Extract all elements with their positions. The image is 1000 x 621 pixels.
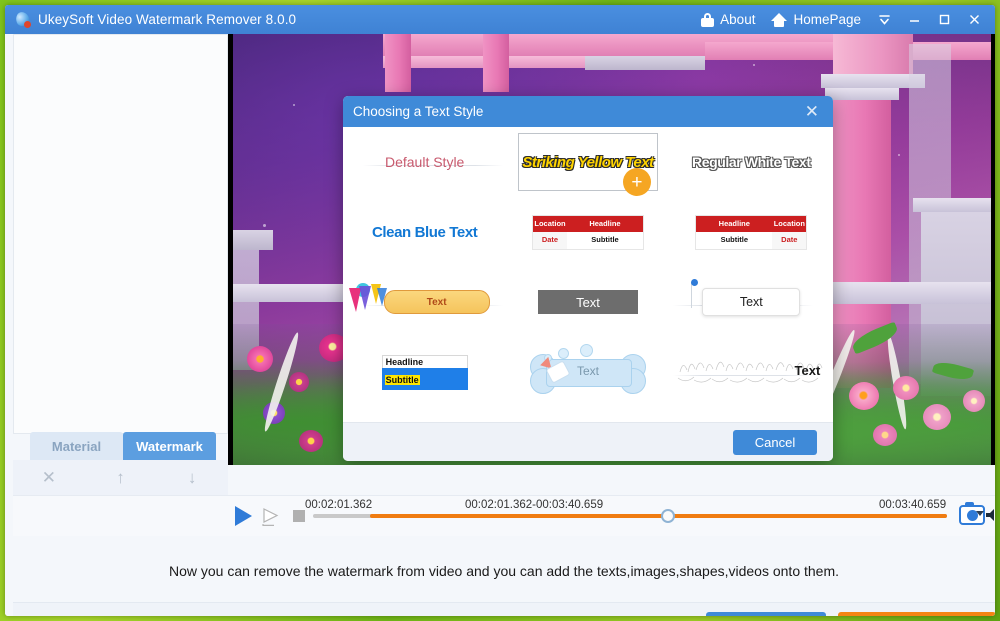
style-option-bubble-bone-text[interactable]: Text	[506, 337, 669, 407]
news-lower-third-preview: Headline Location Subtitle Date	[695, 215, 807, 250]
play-icon[interactable]	[235, 506, 252, 526]
current-time-label: 00:02:01.362	[305, 499, 372, 511]
volume-icon[interactable]	[985, 507, 995, 523]
style-label: Clean Blue Text	[372, 224, 477, 241]
selected-style-box: Striking Yellow Text +	[518, 133, 658, 191]
headline-subtitle-preview: Headline Subtitle	[382, 355, 468, 390]
news-date: Date	[533, 232, 567, 249]
style-label: Text	[795, 363, 821, 378]
news-location: Location	[772, 216, 806, 232]
minimize-icon[interactable]	[899, 5, 929, 34]
player-bar: 00:02:01.362 00:02:01.362-00:03:40.659 0…	[13, 495, 995, 536]
about-label: About	[720, 12, 755, 27]
text-style-dialog: Choosing a Text Style ✕ Default Style	[343, 96, 833, 461]
style-row: Headline Subtitle	[343, 337, 833, 407]
tab-watermark[interactable]: Watermark	[123, 432, 216, 460]
bubble-bone-preview: Text	[528, 350, 648, 394]
news-date: Date	[772, 232, 806, 249]
water-drop-icon	[15, 12, 31, 28]
play-section-icon[interactable]	[261, 507, 281, 526]
home-icon	[771, 13, 787, 27]
style-option-news-lower-third-left[interactable]: Location Headline Date Subtitle	[506, 197, 669, 267]
decorative-v-logo-icon	[347, 282, 389, 316]
blue-dot-icon	[691, 279, 698, 286]
style-row: Clean Blue Text Location Headline Date	[343, 197, 833, 267]
close-icon[interactable]: ✕	[801, 101, 823, 122]
list-toolbar: ✕ ↑ ↓	[13, 460, 228, 495]
style-label: Default Style	[385, 154, 464, 170]
style-grid: Default Style Striking Yellow Text + Reg…	[343, 127, 833, 422]
cancel-button[interactable]: Cancel	[733, 430, 817, 455]
style-option-regular-white-text[interactable]: Regular White Text	[670, 127, 833, 197]
style-label: Regular White Text	[692, 154, 811, 170]
chevron-down-icon[interactable]	[869, 5, 899, 34]
style-option-striking-yellow-text[interactable]: Striking Yellow Text +	[506, 127, 669, 197]
sketch-grass-preview: Text	[676, 352, 826, 392]
style-option-headline-subtitle[interactable]: Headline Subtitle	[343, 337, 506, 407]
style-option-clean-blue-text[interactable]: Clean Blue Text	[343, 197, 506, 267]
style-label: Text	[528, 364, 648, 378]
style-option-default-style[interactable]: Default Style	[343, 127, 506, 197]
title-bar: UkeySoft Video Watermark Remover 8.0.0 A…	[5, 5, 995, 34]
watermark-list-panel[interactable]	[13, 34, 228, 434]
apply-to-all-button[interactable]: Apply to All	[706, 612, 826, 616]
style-label: Text	[576, 295, 600, 310]
news-location: Location	[533, 216, 567, 232]
dialog-footer: Cancel	[343, 422, 833, 461]
news-lower-third-preview: Location Headline Date Subtitle	[532, 215, 644, 250]
news-subtitle: Subtitle	[567, 232, 643, 249]
video-preview[interactable]: Choosing a Text Style ✕ Default Style	[228, 34, 995, 465]
move-down-button[interactable]: ↓	[174, 464, 210, 492]
subtitle-text: Subtitle	[385, 375, 420, 385]
style-option-sketch-grass-text[interactable]: Text	[670, 337, 833, 407]
orange-badge-preview: Text	[384, 290, 490, 314]
end-time-label: 00:03:40.659	[879, 499, 946, 511]
application-window: UkeySoft Video Watermark Remover 8.0.0 A…	[5, 5, 995, 616]
style-label: Text	[427, 297, 447, 308]
panel-tabs: Material Watermark	[30, 432, 216, 460]
progress-handle[interactable]	[661, 509, 675, 523]
progress-fill	[370, 514, 947, 518]
white-pill-preview: Text	[702, 288, 800, 316]
news-headline: Headline	[567, 216, 643, 232]
style-option-orange-badge-text[interactable]: Text	[343, 267, 506, 337]
news-headline: Headline	[696, 216, 772, 232]
hint-text: Now you can remove the watermark from vi…	[13, 536, 995, 606]
style-option-white-pill-text[interactable]: Text	[670, 267, 833, 337]
headline-text: Headline	[382, 355, 468, 368]
titlebar-actions: About HomePage	[693, 5, 995, 34]
homepage-label: HomePage	[793, 12, 861, 27]
move-up-button[interactable]: ↑	[102, 464, 138, 492]
style-row: Default Style Striking Yellow Text + Reg…	[343, 127, 833, 197]
stop-icon[interactable]	[293, 510, 305, 522]
chevron-down-icon[interactable]	[976, 511, 984, 516]
dialog-title-bar: Choosing a Text Style ✕	[343, 96, 833, 127]
window-title: UkeySoft Video Watermark Remover 8.0.0	[38, 12, 296, 27]
about-button[interactable]: About	[693, 5, 763, 34]
main-body: Choosing a Text Style ✕ Default Style	[5, 34, 995, 616]
style-option-grey-box-text[interactable]: Text	[506, 267, 669, 337]
tab-material[interactable]: Material	[30, 432, 123, 460]
style-row: Text Text Text	[343, 267, 833, 337]
footer-bar: Apply to All Next ->	[13, 602, 995, 616]
grey-box-preview: Text	[538, 290, 638, 314]
news-subtitle: Subtitle	[696, 232, 772, 249]
time-range-label: 00:02:01.362-00:03:40.659	[465, 499, 603, 511]
add-style-button[interactable]: +	[623, 168, 651, 196]
delete-item-button[interactable]: ✕	[31, 464, 67, 492]
homepage-button[interactable]: HomePage	[763, 5, 869, 34]
close-icon[interactable]	[959, 5, 989, 34]
next-button[interactable]: Next ->	[838, 612, 995, 616]
dialog-title: Choosing a Text Style	[353, 104, 483, 119]
style-option-news-lower-third-right[interactable]: Headline Location Subtitle Date	[670, 197, 833, 267]
lock-icon	[701, 13, 714, 27]
maximize-icon[interactable]	[929, 5, 959, 34]
style-label: Text	[740, 295, 763, 309]
